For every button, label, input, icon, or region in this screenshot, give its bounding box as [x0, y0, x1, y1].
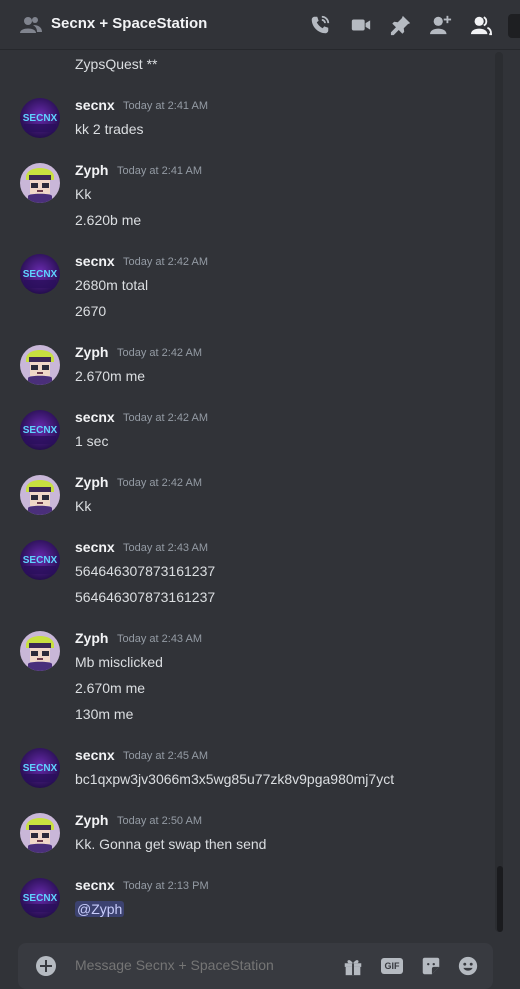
- author-name[interactable]: secnx: [75, 747, 115, 763]
- zyph-avatar[interactable]: [20, 813, 60, 853]
- author-name[interactable]: Zyph: [75, 344, 108, 360]
- pin-icon[interactable]: [389, 13, 413, 37]
- emoji-icon[interactable]: [456, 954, 480, 978]
- user-mention[interactable]: @Zyph: [75, 901, 125, 917]
- users-icon: [20, 17, 42, 33]
- message-text: @Zyph: [75, 901, 125, 917]
- message-text: 2.620b me: [75, 212, 142, 228]
- avatar-text: SECNX: [23, 425, 58, 436]
- secnx-avatar[interactable]: SECNX: [20, 748, 60, 788]
- timestamp: Today at 2:13 PM: [123, 880, 209, 892]
- avatar-text: SECNX: [23, 763, 58, 774]
- message-text: 2.670m me: [75, 368, 146, 384]
- scrollbar-track[interactable]: [495, 52, 503, 932]
- timestamp: Today at 2:50 AM: [117, 815, 202, 827]
- message-input[interactable]: [75, 957, 335, 973]
- message-text: 1 sec: [75, 433, 109, 449]
- chat-window: Secnx + SpaceStation ZypsQuest ** SECNX s…: [0, 0, 520, 989]
- secnx-avatar[interactable]: SECNX: [20, 254, 60, 294]
- message-text: 2680m total: [75, 277, 149, 293]
- gift-icon[interactable]: [341, 954, 365, 978]
- author-name[interactable]: Zyph: [75, 812, 108, 828]
- video-icon[interactable]: [349, 13, 373, 37]
- zyph-avatar[interactable]: [20, 345, 60, 385]
- timestamp: Today at 2:41 AM: [123, 100, 208, 112]
- channel-title: Secnx + SpaceStation: [51, 15, 208, 32]
- avatar-text: SECNX: [23, 269, 58, 280]
- sticker-icon[interactable]: [419, 954, 443, 978]
- message-text: 2670: [75, 303, 107, 319]
- message-text: 130m me: [75, 706, 134, 722]
- timestamp: Today at 2:42 AM: [123, 412, 208, 424]
- scrollbar-thumb[interactable]: [497, 866, 503, 932]
- message-text: Kk. Gonna get swap then send: [75, 836, 267, 852]
- search-box[interactable]: [508, 14, 520, 38]
- add-user-icon[interactable]: [429, 13, 453, 37]
- secnx-avatar[interactable]: SECNX: [20, 410, 60, 450]
- secnx-avatar[interactable]: SECNX: [20, 878, 60, 918]
- avatar-text: SECNX: [23, 113, 58, 124]
- message-text: bc1qxpw3jv3066m3x5wg85u77zk8v9pga980mj7y…: [75, 771, 395, 787]
- zyph-avatar[interactable]: [20, 631, 60, 671]
- author-name[interactable]: Zyph: [75, 630, 108, 646]
- author-name[interactable]: Zyph: [75, 474, 108, 490]
- timestamp: Today at 2:43 AM: [123, 542, 208, 554]
- message-text: 564646307873161237: [75, 563, 216, 579]
- message-text: kk 2 trades: [75, 121, 144, 137]
- author-name[interactable]: Zyph: [75, 162, 108, 178]
- avatar-text: SECNX: [23, 555, 58, 566]
- zyph-avatar[interactable]: [20, 475, 60, 515]
- zyph-avatar[interactable]: [20, 163, 60, 203]
- message-text: ZypsQuest **: [75, 56, 158, 72]
- secnx-avatar[interactable]: SECNX: [20, 540, 60, 580]
- author-name[interactable]: secnx: [75, 253, 115, 269]
- author-name[interactable]: secnx: [75, 409, 115, 425]
- gif-label: GIF: [381, 958, 403, 974]
- message-text: Mb misclicked: [75, 654, 163, 670]
- add-attachment-icon[interactable]: [36, 956, 56, 976]
- gif-button[interactable]: GIF: [380, 954, 404, 978]
- channel-header: Secnx + SpaceStation: [0, 0, 520, 50]
- author-name[interactable]: secnx: [75, 97, 115, 113]
- author-name[interactable]: secnx: [75, 539, 115, 555]
- message-text: 2.670m me: [75, 680, 146, 696]
- timestamp: Today at 2:42 AM: [117, 347, 202, 359]
- timestamp: Today at 2:42 AM: [117, 477, 202, 489]
- message-composer: GIF: [18, 943, 493, 989]
- timestamp: Today at 2:45 AM: [123, 750, 208, 762]
- secnx-avatar[interactable]: SECNX: [20, 98, 60, 138]
- timestamp: Today at 2:43 AM: [117, 633, 202, 645]
- timestamp: Today at 2:41 AM: [117, 165, 202, 177]
- message-text: Kk: [75, 498, 92, 514]
- author-name[interactable]: secnx: [75, 877, 115, 893]
- phone-call-icon[interactable]: [308, 13, 332, 37]
- members-icon[interactable]: [469, 13, 493, 37]
- avatar-text: SECNX: [23, 893, 58, 904]
- message-text: 564646307873161237: [75, 589, 216, 605]
- message-text: Kk: [75, 186, 92, 202]
- timestamp: Today at 2:42 AM: [123, 256, 208, 268]
